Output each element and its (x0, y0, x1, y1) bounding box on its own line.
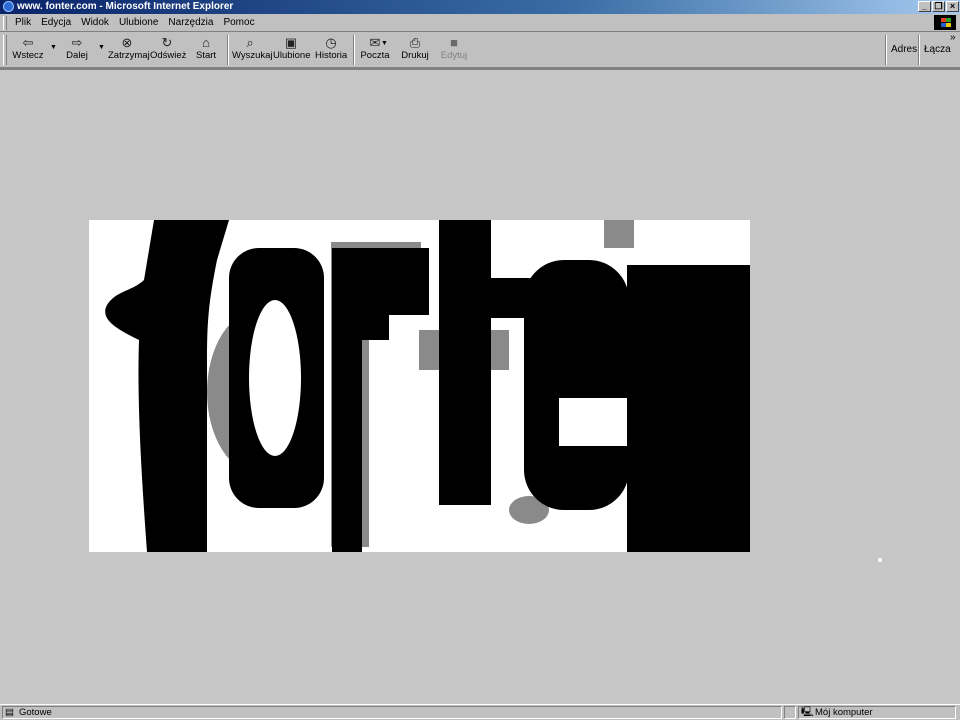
toolbar-chevron-icon[interactable]: » (950, 32, 956, 43)
stop-button[interactable]: ⊗ Zatrzymaj (108, 34, 150, 66)
menu-bar: Plik Edycja Widok Ulubione Narzędzia Pom… (0, 14, 960, 32)
mail-button[interactable]: ✉ Poczta (360, 34, 390, 66)
menu-help[interactable]: Pomoc (218, 14, 259, 31)
history-icon: ◷ (325, 35, 337, 50)
edit-icon: ■ (450, 35, 458, 50)
title-bar: www. fonter.com - Microsoft Internet Exp… (0, 0, 960, 14)
search-icon: ⌕ (246, 35, 254, 50)
home-button[interactable]: ⌂ Start (193, 34, 219, 66)
forward-arrow-icon: ⇨ (71, 35, 83, 50)
history-button[interactable]: ◷ Historia (315, 34, 347, 66)
back-dropdown-icon[interactable]: ▼ (50, 44, 57, 51)
stop-icon: ⊗ (121, 35, 133, 50)
menu-tools[interactable]: Narzędzia (163, 14, 218, 31)
menu-view[interactable]: Widok (76, 14, 114, 31)
page-icon: ▤ (5, 707, 14, 718)
status-pane-zone: 🖳 Mój komputer (798, 706, 956, 719)
menu-grip[interactable] (3, 16, 7, 30)
menu-file[interactable]: Plik (10, 14, 36, 31)
menu-edit[interactable]: Edycja (36, 14, 76, 31)
cursor-dot (878, 558, 882, 562)
edit-button[interactable]: ■ Edytuj (440, 34, 468, 66)
logo-shadow-fragment (604, 220, 634, 248)
favorites-button[interactable]: ▣ Ulubione (273, 34, 311, 66)
logo-o-counter (249, 300, 301, 456)
security-zone-text: Mój komputer (815, 707, 873, 718)
logo-e-counter (559, 398, 627, 446)
logo-letter-t-stem (439, 220, 491, 505)
toolbar-separator (353, 35, 355, 65)
fonter-logo-graphic (105, 220, 750, 552)
windows-logo-icon (934, 15, 956, 30)
favorites-folder-icon: ▣ (284, 35, 298, 50)
logo-letter-r2 (627, 265, 750, 552)
window-title: www. fonter.com - Microsoft Internet Exp… (17, 1, 234, 12)
forward-button[interactable]: ⇨ Dalej (62, 34, 92, 66)
standard-toolbar: ⇦ Wstecz ▼ ⇨ Dalej ▼ ⊗ Zatrzymaj ↻ Odświ… (0, 32, 960, 68)
toolbar-separator (227, 35, 229, 65)
back-arrow-icon: ⇦ (22, 35, 34, 50)
fonter-logo-banner[interactable] (89, 220, 750, 552)
forward-dropdown-icon[interactable]: ▼ (98, 44, 105, 51)
search-button[interactable]: ⌕ Wyszukaj (232, 34, 273, 66)
restore-button[interactable]: ❐ (932, 1, 945, 12)
logo-letter-r-stem (332, 248, 362, 552)
printer-icon: ⎙ (409, 35, 421, 50)
computer-icon: 🖳 (801, 707, 814, 718)
toolbar-separator (885, 35, 887, 65)
refresh-icon: ↻ (161, 35, 173, 50)
status-pane-main: ▤ Gotowe (2, 706, 782, 719)
logo-letter-r-arm (362, 248, 429, 340)
minimize-button[interactable]: _ (918, 1, 931, 12)
close-button[interactable]: × (946, 1, 959, 12)
links-label[interactable]: Łącza (924, 34, 951, 66)
logo-e-bowl (529, 282, 559, 390)
toolbar-grip[interactable] (3, 35, 7, 65)
status-text: Gotowe (19, 707, 52, 718)
status-pane-progress (784, 706, 796, 719)
mail-dropdown-icon[interactable]: ▼ (381, 40, 388, 47)
address-label[interactable]: Adres (891, 34, 917, 66)
ie-logo-icon (3, 1, 14, 12)
print-button[interactable]: ⎙ Drukuj (400, 34, 430, 66)
menu-favorites[interactable]: Ulubione (114, 14, 163, 31)
toolbar-separator (918, 35, 920, 65)
back-button[interactable]: ⇦ Wstecz (10, 34, 46, 66)
status-bar: ▤ Gotowe 🖳 Mój komputer (0, 704, 960, 720)
home-icon: ⌂ (202, 35, 210, 50)
refresh-button[interactable]: ↻ Odśwież (150, 34, 186, 66)
